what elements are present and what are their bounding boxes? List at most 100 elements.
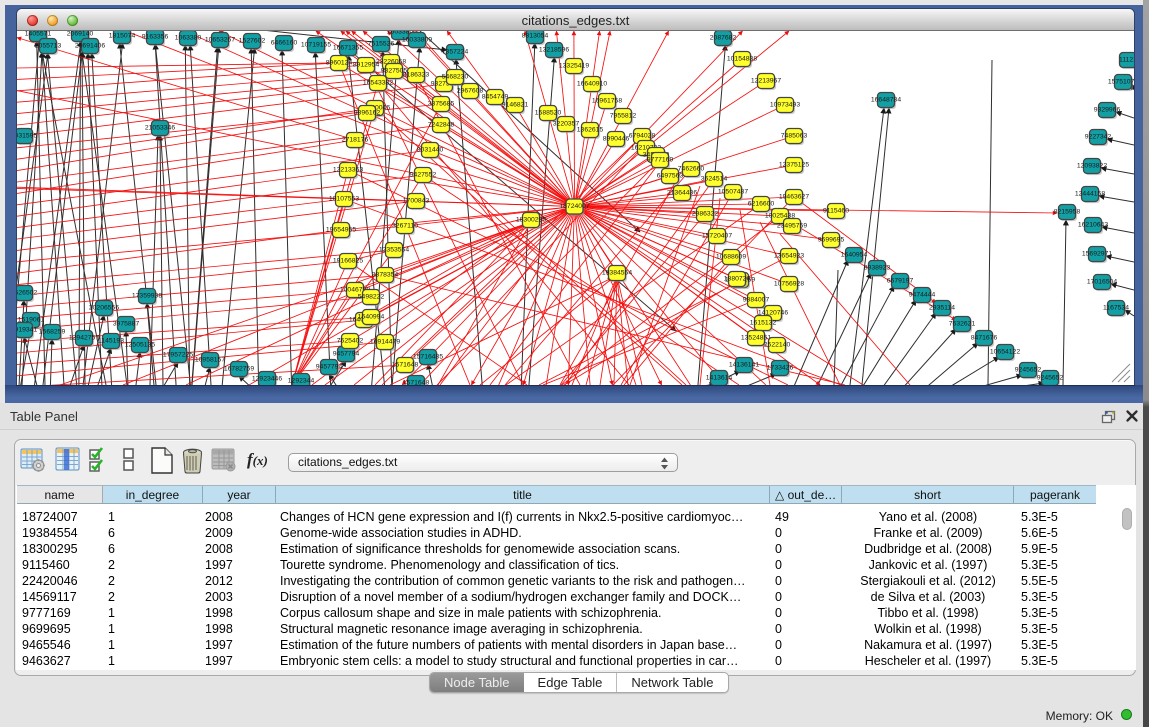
svg-text:12923446: 12923446 <box>252 376 282 383</box>
svg-text:16914479: 16914479 <box>370 339 400 346</box>
svg-text:10107553: 10107553 <box>329 196 359 203</box>
svg-text:1568259: 1568259 <box>39 329 66 336</box>
svg-text:12353554: 12353554 <box>379 247 409 254</box>
svg-text:17016504: 17016504 <box>1087 279 1117 286</box>
svg-text:1145193: 1145193 <box>98 338 124 345</box>
svg-text:16648784: 16648784 <box>871 97 901 104</box>
svg-text:7242848: 7242848 <box>428 122 455 129</box>
svg-text:7955812: 7955812 <box>610 113 637 120</box>
svg-text:1640994: 1640994 <box>358 314 385 321</box>
svg-text:3624514: 3624514 <box>701 176 728 183</box>
svg-text:9427552: 9427552 <box>410 172 437 179</box>
svg-text:17957225: 17957225 <box>163 352 193 359</box>
svg-text:16961758: 16961758 <box>592 98 622 105</box>
svg-text:3919341: 3919341 <box>17 327 37 334</box>
svg-text:13218596: 13218596 <box>539 47 569 54</box>
svg-text:9896162: 9896162 <box>354 110 381 117</box>
svg-text:9227342: 9227342 <box>1085 134 1112 141</box>
svg-text:16210643: 16210643 <box>1078 222 1108 229</box>
svg-text:19166825: 19166825 <box>333 258 363 265</box>
svg-text:1167534: 1167534 <box>1103 305 1129 312</box>
svg-text:12505135: 12505135 <box>125 342 155 349</box>
svg-text:3975887: 3975887 <box>113 321 140 328</box>
svg-text:9777169: 9777169 <box>647 157 674 164</box>
svg-text:9457794: 9457794 <box>333 351 360 358</box>
svg-text:1413614: 1413614 <box>706 375 733 382</box>
svg-text:10958157: 10958157 <box>195 357 225 364</box>
svg-text:2986322: 2986322 <box>692 211 719 218</box>
svg-text:7357224: 7357224 <box>442 49 469 56</box>
svg-text:10654122: 10654122 <box>990 349 1020 356</box>
svg-text:1527602: 1527602 <box>239 38 266 45</box>
svg-text:2069140: 2069140 <box>67 31 94 38</box>
svg-text:1815074: 1815074 <box>109 33 136 40</box>
svg-text:20691406: 20691406 <box>75 43 105 50</box>
svg-text:7462660: 7462660 <box>678 166 705 173</box>
svg-text:7632621: 7632621 <box>949 321 976 328</box>
svg-text:12213967: 12213967 <box>751 78 781 85</box>
svg-text:1733426: 1733426 <box>767 365 794 372</box>
svg-text:9474444: 9474444 <box>909 292 936 299</box>
svg-text:19463627: 19463627 <box>779 194 809 201</box>
svg-text:14136141: 14136141 <box>729 362 759 369</box>
svg-text:9115460: 9115460 <box>823 208 849 215</box>
svg-text:5498222: 5498222 <box>358 294 385 301</box>
svg-text:1700843: 1700843 <box>403 198 430 205</box>
svg-text:1588520: 1588520 <box>535 110 562 117</box>
svg-text:10653267: 10653267 <box>205 37 235 44</box>
svg-text:1292344: 1292344 <box>288 378 315 385</box>
svg-text:8938923: 8938923 <box>864 265 891 272</box>
svg-text:13325419: 13325419 <box>559 63 589 70</box>
svg-text:7485063: 7485063 <box>781 133 808 140</box>
svg-text:8471676: 8471676 <box>971 335 998 342</box>
svg-text:9699695: 9699695 <box>818 237 845 244</box>
svg-text:21053346: 21053346 <box>145 125 175 132</box>
svg-text:1880726: 1880726 <box>724 276 751 283</box>
svg-text:1571648: 1571648 <box>392 362 419 369</box>
svg-text:3267110: 3267110 <box>392 223 418 230</box>
svg-text:16033809: 16033809 <box>402 37 432 44</box>
svg-text:15716485: 15716485 <box>413 354 443 361</box>
svg-text:1571648: 1571648 <box>403 380 430 386</box>
svg-text:15692971: 15692971 <box>1082 251 1112 258</box>
svg-text:2626502: 2626502 <box>17 290 37 297</box>
svg-text:15720407: 15720407 <box>702 233 732 240</box>
svg-text:10154838: 10154838 <box>727 56 757 63</box>
svg-text:9146821: 9146821 <box>502 102 529 109</box>
svg-text:1615132: 1615132 <box>750 320 777 327</box>
svg-text:2031595: 2031595 <box>17 133 37 140</box>
svg-text:21364436: 21364436 <box>667 190 697 197</box>
svg-text:6497563: 6497563 <box>657 173 684 180</box>
svg-text:20206556: 20206556 <box>89 305 119 312</box>
svg-text:2967608: 2967608 <box>457 88 484 95</box>
svg-text:18300295: 18300295 <box>516 217 546 224</box>
svg-text:8031440: 8031440 <box>417 147 444 154</box>
svg-text:1063380: 1063380 <box>175 35 202 42</box>
svg-text:11121: 11121 <box>1119 57 1134 64</box>
svg-text:17359938: 17359938 <box>132 293 162 300</box>
svg-text:9245652: 9245652 <box>1037 375 1064 382</box>
svg-text:19654955: 19654955 <box>326 227 356 234</box>
svg-text:13524851: 13524851 <box>741 335 771 342</box>
svg-text:8186323: 8186323 <box>403 72 430 79</box>
svg-text:7625402: 7625402 <box>337 338 364 345</box>
svg-text:1362615: 1362615 <box>577 127 604 134</box>
svg-text:8215958: 8215958 <box>1054 209 1081 216</box>
svg-text:1405571: 1405571 <box>25 31 52 38</box>
svg-text:2718176: 2718176 <box>342 137 369 144</box>
svg-text:8990446: 8990446 <box>603 136 630 143</box>
svg-text:19384554: 19384554 <box>602 270 632 277</box>
svg-text:6794028: 6794028 <box>629 133 656 140</box>
svg-text:23495759: 23495759 <box>777 223 807 230</box>
svg-text:7515526: 7515526 <box>368 41 395 48</box>
svg-text:10973493: 10973493 <box>770 102 800 109</box>
svg-text:12375125: 12375125 <box>779 162 809 169</box>
svg-text:12093822: 12093822 <box>1077 163 1107 170</box>
svg-text:9329966: 9329966 <box>1094 107 1121 114</box>
svg-text:10688609: 10688609 <box>716 254 746 261</box>
svg-text:18724007: 18724007 <box>559 203 589 210</box>
svg-text:5468230: 5468230 <box>442 74 469 81</box>
svg-text:16782759: 16782759 <box>224 366 254 373</box>
svg-text:2522140: 2522140 <box>764 342 791 349</box>
svg-text:16640910: 16640910 <box>577 81 607 88</box>
